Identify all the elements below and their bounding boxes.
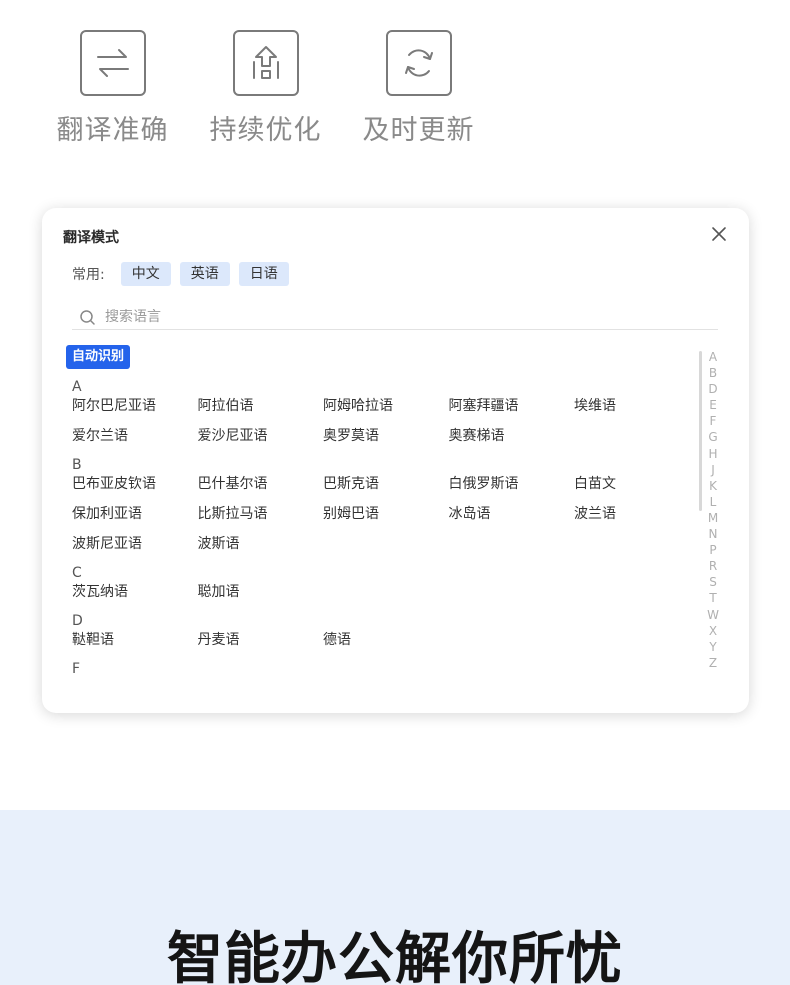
- chip-chinese[interactable]: 中文: [120, 262, 171, 286]
- index-letter[interactable]: M: [706, 510, 720, 526]
- index-letter[interactable]: N: [706, 526, 720, 542]
- group-letter: C: [72, 565, 82, 581]
- language-row: 茨瓦纳语 聪加语: [72, 582, 712, 612]
- group-letter: A: [72, 379, 82, 395]
- language-item[interactable]: 比斯拉马语: [198, 504, 324, 534]
- feature-optimize: 持续优化: [189, 30, 342, 147]
- swap-arrows-icon: [79, 30, 146, 96]
- slogan: 智能办公解你所忧: [167, 927, 623, 985]
- feature-list: 翻译准确 持续优化 及时更新: [36, 30, 495, 147]
- index-letter[interactable]: L: [706, 494, 720, 510]
- language-group: B 巴布亚皮钦语 巴什基尔语 巴斯克语 白俄罗斯语 白苗文 保加利亚语 比斯拉马语 别姆巴语 冰岛…: [72, 456, 712, 564]
- bottom-banner: 智能办公解你所忧: [0, 810, 790, 985]
- feature-update: 及时更新: [342, 30, 495, 147]
- group-letter: B: [72, 457, 82, 473]
- language-item[interactable]: 阿姆哈拉语: [323, 396, 449, 426]
- alphabet-index: ABDEFGHJKLMNPRSTWXYZ: [706, 349, 720, 671]
- language-item[interactable]: 丹麦语: [198, 630, 324, 660]
- language-row: 巴布亚皮钦语 巴什基尔语 巴斯克语 白俄罗斯语 白苗文: [72, 474, 712, 504]
- language-item[interactable]: 阿尔巴尼亚语: [72, 396, 198, 426]
- index-letter[interactable]: H: [706, 446, 720, 462]
- scrollbar[interactable]: [699, 351, 702, 511]
- index-letter[interactable]: R: [706, 558, 720, 574]
- chip-japanese[interactable]: 日语: [238, 262, 289, 286]
- language-item[interactable]: 巴什基尔语: [198, 474, 324, 504]
- dialog-title: 翻译模式: [63, 230, 119, 246]
- language-row: 阿尔巴尼亚语 阿拉伯语 阿姆哈拉语 阿塞拜疆语 埃维语: [72, 396, 712, 426]
- language-item[interactable]: 奥赛梯语: [449, 426, 575, 456]
- upgrade-arrow-icon: [232, 30, 299, 96]
- language-row: 波斯尼亚语 波斯语: [72, 534, 712, 564]
- index-letter[interactable]: B: [706, 365, 720, 381]
- language-group: D 鞑靼语 丹麦语 德语: [72, 612, 712, 660]
- language-item[interactable]: 德语: [323, 630, 449, 660]
- language-item[interactable]: 巴斯克语: [323, 474, 449, 504]
- auto-detect-button[interactable]: 自动识别: [66, 345, 131, 369]
- language-item[interactable]: 阿拉伯语: [198, 396, 324, 426]
- feature-label: 翻译准确: [56, 115, 169, 146]
- language-item[interactable]: 巴布亚皮钦语: [72, 474, 198, 504]
- index-letter[interactable]: P: [706, 542, 720, 558]
- language-item[interactable]: 保加利亚语: [72, 504, 198, 534]
- feature-label: 及时更新: [362, 115, 475, 146]
- index-letter[interactable]: G: [706, 429, 720, 445]
- language-group: F: [72, 660, 712, 678]
- close-icon: [712, 227, 726, 241]
- language-item[interactable]: 聪加语: [198, 582, 324, 612]
- index-letter[interactable]: E: [706, 397, 720, 413]
- index-letter[interactable]: Y: [706, 639, 720, 655]
- language-item[interactable]: 鞑靼语: [72, 630, 198, 660]
- index-letter[interactable]: S: [706, 574, 720, 590]
- language-group: A 阿尔巴尼亚语 阿拉伯语 阿姆哈拉语 阿塞拜疆语 埃维语 爱尔兰语 爱沙尼亚语 奥罗莫语 奥赛梯…: [72, 378, 712, 456]
- language-item[interactable]: 波兰语: [574, 504, 700, 534]
- language-row: 保加利亚语 比斯拉马语 别姆巴语 冰岛语 波兰语: [72, 504, 712, 534]
- refresh-icon: [385, 30, 452, 96]
- index-letter[interactable]: J: [706, 462, 720, 478]
- search-icon: [80, 309, 95, 325]
- feature-accurate: 翻译准确: [36, 30, 189, 147]
- index-letter[interactable]: A: [706, 349, 720, 365]
- group-letter: F: [72, 661, 81, 677]
- translation-mode-dialog: 翻译模式 常用: 中文 英语 日语 自动识别 A阿尔巴尼亚语阿拉伯语阿姆哈拉语阿…: [42, 208, 749, 713]
- language-item[interactable]: 阿塞拜疆语: [449, 396, 575, 426]
- index-letter[interactable]: T: [706, 590, 720, 606]
- language-item[interactable]: 白苗文: [574, 474, 700, 504]
- index-letter[interactable]: W: [706, 607, 720, 623]
- language-group: C 茨瓦纳语 聪加语: [72, 564, 712, 612]
- language-row: 爱尔兰语 爱沙尼亚语 奥罗莫语 奥赛梯语: [72, 426, 712, 456]
- group-letter: D: [72, 613, 83, 629]
- search-input[interactable]: [105, 309, 665, 325]
- index-letter[interactable]: X: [706, 623, 720, 639]
- language-item[interactable]: 埃维语: [574, 396, 700, 426]
- language-row: 鞑靼语 丹麦语 德语: [72, 630, 712, 660]
- feature-label: 持续优化: [209, 115, 322, 146]
- language-search: [72, 305, 718, 330]
- index-letter[interactable]: K: [706, 478, 720, 494]
- language-item[interactable]: 白俄罗斯语: [449, 474, 575, 504]
- chip-english[interactable]: 英语: [179, 262, 230, 286]
- close-button[interactable]: [707, 222, 731, 246]
- language-item[interactable]: 茨瓦纳语: [72, 582, 198, 612]
- common-languages: 常用: 中文 英语 日语: [72, 262, 298, 286]
- index-letter[interactable]: F: [706, 413, 720, 429]
- language-item[interactable]: 波斯语: [198, 534, 324, 564]
- index-letter[interactable]: Z: [706, 655, 720, 671]
- common-label: 常用:: [72, 267, 105, 283]
- language-item[interactable]: 爱尔兰语: [72, 426, 198, 456]
- language-item[interactable]: 波斯尼亚语: [72, 534, 198, 564]
- index-letter[interactable]: D: [706, 381, 720, 397]
- language-groups: A 阿尔巴尼亚语 阿拉伯语 阿姆哈拉语 阿塞拜疆语 埃维语 爱尔兰语 爱沙尼亚语 奥罗莫语 奥赛梯…: [72, 378, 712, 678]
- language-item[interactable]: 奥罗莫语: [323, 426, 449, 456]
- language-item[interactable]: 冰岛语: [449, 504, 575, 534]
- language-item[interactable]: 别姆巴语: [323, 504, 449, 534]
- language-item[interactable]: 爱沙尼亚语: [198, 426, 324, 456]
